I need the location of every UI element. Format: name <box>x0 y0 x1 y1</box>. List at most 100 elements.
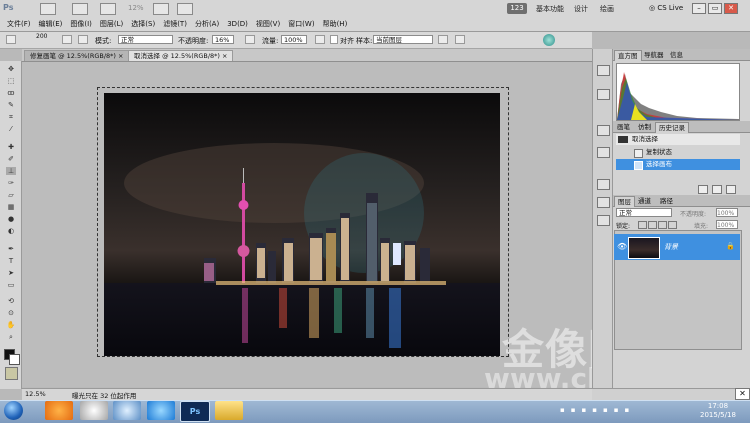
start-button-icon[interactable] <box>4 401 23 420</box>
blend-mode-select[interactable]: 正常 <box>616 208 672 217</box>
history-item-selected[interactable]: 选择画布 <box>616 159 740 170</box>
tab-info[interactable]: 信息 <box>667 50 686 60</box>
eyedropper-tool-icon[interactable]: ⁄ <box>6 125 16 133</box>
styles-panel-icon[interactable] <box>597 215 610 226</box>
zoom-tool-icon[interactable]: ⌕ <box>6 333 16 341</box>
quick-select-tool-icon[interactable]: ✎ <box>6 101 16 109</box>
panel-close-button[interactable]: ✕ <box>735 388 750 400</box>
arrange-documents-icon[interactable] <box>153 3 169 15</box>
search-app-icon[interactable] <box>113 401 141 420</box>
tab-paths[interactable]: 路径 <box>657 196 676 206</box>
explorer-icon[interactable] <box>215 401 243 420</box>
clone-stamp-tool-icon[interactable]: ⊥ <box>6 167 16 175</box>
photoshop-taskbar-icon[interactable]: Ps <box>180 401 210 422</box>
layer-opacity-input[interactable]: 100% <box>716 208 738 217</box>
menu-3d[interactable]: 3D(D) <box>223 18 252 30</box>
path-select-tool-icon[interactable]: ➤ <box>6 269 16 277</box>
lasso-tool-icon[interactable]: ꝏ <box>6 89 16 97</box>
menu-select[interactable]: 选择(S) <box>127 18 159 30</box>
brush-panel-icon[interactable] <box>62 35 72 44</box>
mode-select[interactable]: 正常 <box>118 35 173 44</box>
taskbar-clock[interactable]: 17:08 2015/5/18 <box>700 402 736 420</box>
minimize-button[interactable]: – <box>692 3 706 14</box>
screen-mode-icon[interactable] <box>177 3 193 15</box>
workspace-essentials[interactable]: 基本功能 <box>536 4 564 14</box>
swatches-panel-icon[interactable] <box>597 179 610 190</box>
menu-view[interactable]: 视图(V) <box>252 18 284 30</box>
healing-brush-tool-icon[interactable]: ✚ <box>6 143 16 151</box>
menu-window[interactable]: 窗口(W) <box>284 18 318 30</box>
view-extras-icon[interactable] <box>72 3 88 15</box>
lock-all-icon[interactable] <box>668 221 677 229</box>
pressure-size-icon[interactable] <box>455 35 465 44</box>
clone-source-icon[interactable] <box>78 35 88 44</box>
lock-transparent-icon[interactable] <box>638 221 647 229</box>
histogram-panel-icon[interactable] <box>597 65 610 76</box>
clone-stamp-preset-icon[interactable] <box>6 35 16 44</box>
menu-edit[interactable]: 编辑(E) <box>35 18 67 30</box>
zoom-tool-icon[interactable] <box>100 3 116 15</box>
flow-input[interactable]: 100% <box>281 35 307 44</box>
fill-input[interactable]: 100% <box>716 220 738 229</box>
dodge-tool-icon[interactable]: ◐ <box>6 227 16 235</box>
menu-layer[interactable]: 图层(L) <box>96 18 127 30</box>
menu-analysis[interactable]: 分析(A) <box>191 18 223 30</box>
navigator-panel-icon[interactable] <box>597 89 610 100</box>
quick-mask-icon[interactable] <box>5 367 18 380</box>
new-snapshot-icon[interactable] <box>698 185 708 194</box>
tab-healing-brush[interactable]: 修复画笔 @ 12.5%(RGB/8*) × <box>24 50 130 61</box>
tab-layers[interactable]: 图层 <box>614 196 635 207</box>
tab-clone-source[interactable]: 仿制 <box>635 122 654 132</box>
menu-image[interactable]: 图像(I) <box>66 18 96 30</box>
workspace-painting[interactable]: 绘画 <box>600 4 614 14</box>
shape-tool-icon[interactable]: ▭ <box>6 281 16 289</box>
hand-tool-icon[interactable]: ✋ <box>6 321 16 329</box>
lock-position-icon[interactable] <box>658 221 667 229</box>
new-document-icon[interactable] <box>712 185 722 194</box>
bridge-icon[interactable] <box>40 3 56 15</box>
workspace-design[interactable]: 设计 <box>574 4 588 14</box>
tab-channels[interactable]: 通道 <box>635 196 654 206</box>
3d-rotate-tool-icon[interactable]: ⟲ <box>6 297 16 305</box>
system-tray-icons[interactable]: ▪▪▪▪▪▪▪ <box>560 406 670 416</box>
menu-help[interactable]: 帮助(H) <box>319 18 352 30</box>
3d-orbit-tool-icon[interactable]: ⊙ <box>6 309 16 317</box>
history-snapshot[interactable]: 取消选择 <box>616 134 740 145</box>
mini-bridge-icon[interactable] <box>543 34 555 46</box>
delete-state-icon[interactable] <box>726 185 736 194</box>
brush-size[interactable]: 200 <box>36 33 47 40</box>
marquee-tool-icon[interactable]: ⬚ <box>6 77 16 85</box>
pen-tool-icon[interactable]: ✒ <box>6 245 16 253</box>
tab-navigator[interactable]: 导航器 <box>641 50 667 60</box>
background-color-swatch[interactable] <box>9 354 20 365</box>
ignore-adjustment-icon[interactable] <box>438 35 448 44</box>
close-button[interactable]: ✕ <box>724 3 738 14</box>
document-image[interactable] <box>104 93 500 356</box>
history-brush-tool-icon[interactable]: ✑ <box>6 179 16 187</box>
adjustments-panel-icon[interactable] <box>597 197 610 208</box>
cloud-app-icon[interactable] <box>147 401 175 420</box>
layer-visibility-icon[interactable]: 👁 <box>617 242 627 251</box>
character-panel-icon[interactable] <box>597 147 610 158</box>
move-tool-icon[interactable]: ✥ <box>6 65 16 73</box>
tab-histogram[interactable]: 直方图 <box>614 50 642 61</box>
lock-pixels-icon[interactable] <box>648 221 657 229</box>
cs-live-button[interactable]: ◎ CS Live <box>649 4 683 12</box>
airbrush-icon[interactable] <box>315 35 325 44</box>
app-icon[interactable] <box>80 401 108 420</box>
pressure-opacity-icon[interactable] <box>245 35 255 44</box>
brush-panel-strip-icon[interactable] <box>597 125 610 136</box>
type-tool-icon[interactable]: T <box>6 257 16 265</box>
layer-row-background[interactable]: 👁 背景 🔒 <box>614 234 740 260</box>
zoom-level[interactable]: 12% <box>128 4 144 12</box>
sample-select[interactable]: 当前图层 <box>373 35 433 44</box>
menu-file[interactable]: 文件(F) <box>3 18 35 30</box>
history-item[interactable]: 复制状态 <box>616 147 740 158</box>
align-checkbox[interactable] <box>330 35 338 44</box>
blur-tool-icon[interactable]: ● <box>6 215 16 223</box>
tab-brush[interactable]: 画笔 <box>614 122 633 132</box>
eraser-tool-icon[interactable]: ▱ <box>6 191 16 199</box>
opacity-input[interactable]: 16% <box>212 35 234 44</box>
brush-tool-icon[interactable]: ✐ <box>6 155 16 163</box>
crop-tool-icon[interactable]: ⌗ <box>6 113 16 121</box>
